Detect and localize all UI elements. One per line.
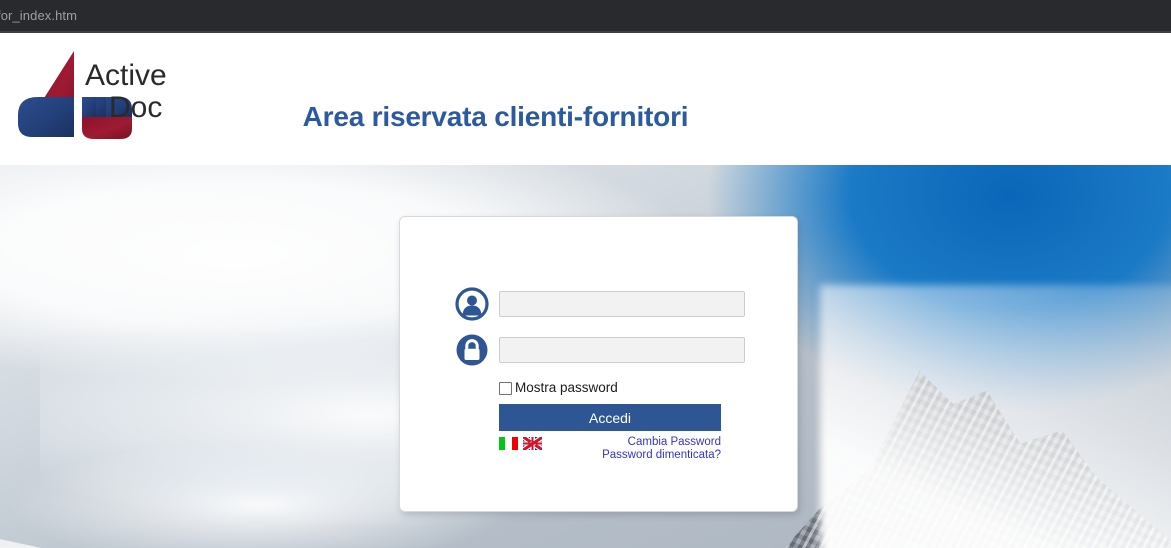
- user-icon: [455, 287, 489, 321]
- forgot-password-link[interactable]: Password dimenticata?: [602, 449, 721, 462]
- lock-icon: [455, 333, 489, 367]
- username-input[interactable]: [499, 291, 745, 317]
- login-card: Mostra password Accedi Cambia Password P…: [399, 216, 798, 512]
- window-titlebar: for_index.htm: [0, 0, 1171, 31]
- activedoc-logo[interactable]: Active Doc: [12, 45, 187, 151]
- card-links: Cambia Password Password dimenticata?: [602, 435, 721, 462]
- card-footer: Cambia Password Password dimenticata?: [499, 435, 721, 462]
- activedoc-logo-svg: Active Doc: [18, 51, 167, 139]
- logo-text-active: Active: [85, 59, 167, 92]
- show-password-row: Mostra password: [499, 378, 745, 398]
- page-header: Active Doc Area riservata clienti-fornit…: [0, 33, 1171, 165]
- password-input[interactable]: [499, 337, 745, 363]
- login-form: Mostra password Accedi Cambia Password P…: [455, 287, 745, 462]
- username-row: [455, 287, 745, 321]
- window-title-text: for_index.htm: [0, 8, 78, 23]
- login-submit-button[interactable]: Accedi: [499, 404, 721, 431]
- page-title: Area riservata clienti-fornitori: [302, 101, 689, 132]
- show-password-label: Mostra password: [515, 380, 618, 395]
- show-password-checkbox[interactable]: [499, 381, 512, 395]
- password-row: [455, 333, 745, 367]
- cloud-layer-3: [820, 285, 1171, 548]
- uk-flag[interactable]: [523, 437, 542, 450]
- italian-flag[interactable]: [499, 437, 518, 450]
- language-selector: [499, 435, 542, 450]
- change-password-link[interactable]: Cambia Password: [602, 436, 721, 449]
